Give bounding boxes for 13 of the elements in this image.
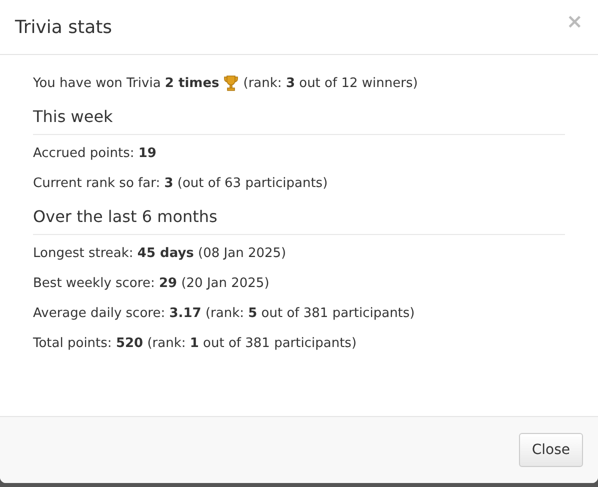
- stat-line: Longest streak: 45 days (08 Jan 2025): [33, 245, 288, 263]
- stat-line: Total points: 520 (rank: 1 out of 381 participants): [33, 335, 358, 353]
- stat-line: Average daily score: 3.17 (rank: 5 out of 381 participants): [33, 305, 416, 323]
- trophy-icon: [223, 75, 240, 91]
- stat-line: Accrued points: 19: [33, 145, 158, 163]
- section-heading: Over the last 6 months: [33, 207, 565, 235]
- rank-text: (rank: 3 out of 12 winners): [243, 76, 418, 90]
- stat-line: Best weekly score: 29 (20 Jan 2025): [33, 275, 270, 293]
- dialog-title: Trivia stats: [15, 16, 112, 38]
- close-button[interactable]: Close: [518, 433, 583, 467]
- section-heading: This week: [33, 107, 565, 135]
- intro-text: You have won Trivia 2 times: [33, 76, 220, 90]
- stat-line: Current rank so far: 3 (out of 63 participants): [33, 175, 329, 193]
